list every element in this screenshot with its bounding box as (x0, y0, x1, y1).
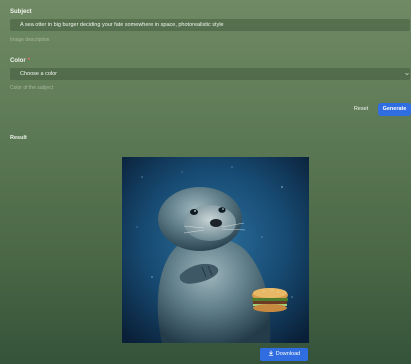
subject-label: Subject (10, 9, 32, 15)
chevron-down-icon (405, 73, 409, 76)
required-mark: * (27, 58, 31, 64)
subject-hint: Image description (10, 37, 50, 43)
color-label: Color * (10, 58, 30, 64)
color-select[interactable]: Choose a color (10, 68, 410, 80)
download-icon (268, 350, 273, 356)
color-select-value: Choose a color (20, 71, 57, 77)
subject-input[interactable]: A sea otter in big burger deciding your … (10, 19, 410, 31)
color-hint: Color of the subject (10, 85, 54, 91)
result-image (122, 157, 309, 343)
download-label: Download (275, 351, 301, 357)
color-label-text: Color (10, 58, 26, 64)
download-button[interactable]: Download (260, 348, 308, 361)
result-label: Result (10, 135, 27, 141)
reset-button[interactable]: Reset (347, 103, 375, 116)
otter-with-burger-image (122, 157, 309, 343)
generate-button[interactable]: Generate (378, 103, 411, 116)
